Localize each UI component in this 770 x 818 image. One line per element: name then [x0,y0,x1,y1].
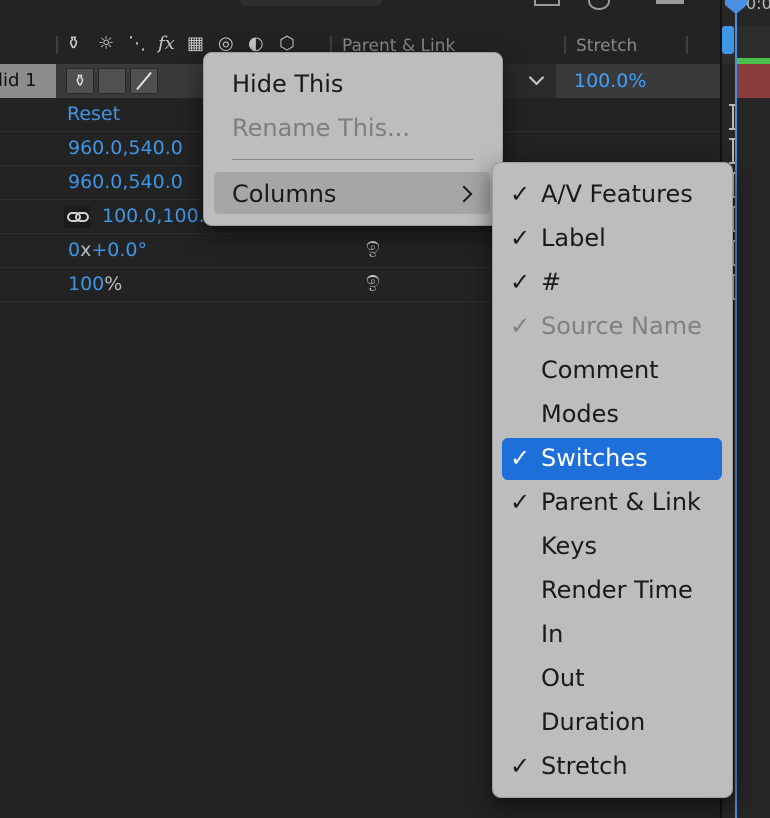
submenu-item-label: Source Name [541,312,702,340]
menu-item-columns-label: Columns [232,180,337,208]
submenu-item-source-name: ✓ Source Name [502,306,722,348]
submenu-item-label: Parent & Link [541,488,701,516]
shy-icon[interactable]: ⚱ [66,33,81,54]
refresh-icon[interactable] [588,0,610,10]
submenu-item-label: Modes [541,400,619,428]
checkmark-icon: ✓ [510,180,531,208]
opacity-value[interactable]: 100% [68,273,122,295]
top-toolbar [0,0,720,26]
submenu-item-label: Label [541,224,606,252]
panel-icon[interactable] [656,0,684,4]
expression-spiral-icon[interactable]: ඉ [366,234,380,259]
rotation-value[interactable]: 0x+0.0° [68,239,147,261]
work-area-start[interactable] [722,26,734,54]
parent-dropdown[interactable] [500,64,556,98]
submenu-item-comment[interactable]: ✓Comment [502,350,722,392]
expression-spiral-icon[interactable]: ඉ [366,268,380,293]
search-field[interactable] [240,0,382,6]
submenu-item-stretch[interactable]: ✓ Stretch [502,746,722,788]
checkmark-icon: ✓ [510,444,531,472]
submenu-item-a-v-features[interactable]: ✓ A/V Features [502,174,722,216]
column-stretch[interactable]: Stretch [576,36,637,56]
constrain-link-icon[interactable] [64,206,90,228]
column-divider [564,36,566,54]
submenu-item-label: A/V Features [541,180,693,208]
layer-name[interactable]: lid 1 [0,64,56,98]
layer-duration-bar[interactable] [736,64,770,98]
submenu-item-label: Stretch [541,752,628,780]
submenu-item-label: # [541,268,562,296]
submenu-item-switches[interactable]: ✓ Switches [502,438,722,480]
collapse-switch[interactable] [98,68,126,94]
playhead-line[interactable] [735,0,737,818]
submenu-item-label: Switches [541,444,648,472]
submenu-item-[interactable]: ✓ # [502,262,722,304]
adjustment-icon[interactable]: ◐ [248,33,264,54]
submenu-item-duration[interactable]: ✓Duration [502,702,722,744]
quality-icon[interactable]: ⋱ [128,33,146,54]
submenu-item-in[interactable]: ✓In [502,614,722,656]
scale-value[interactable]: 100.0,100.0 [102,205,217,227]
motion-blur-icon[interactable]: ◎ [218,33,234,54]
shy-switch-icon[interactable]: ⚱ [66,68,94,94]
submenu-item-modes[interactable]: ✓Modes [502,394,722,436]
submenu-item-label: Duration [541,708,646,736]
submenu-item-keys[interactable]: ✓Keys [502,526,722,568]
submenu-item-label: Keys [541,532,598,560]
checkmark-icon: ✓ [510,312,531,340]
submenu-item-render-time[interactable]: ✓Render Time [502,570,722,612]
submenu-item-label: Out [541,664,585,692]
submenu-item-label: In [541,620,564,648]
menu-item-rename-this: Rename This... [232,114,410,142]
timecode-label: 0:0 [746,0,770,13]
sun-icon[interactable]: ☼ [98,33,114,54]
submenu-item-out[interactable]: ✓Out [502,658,722,700]
position-value[interactable]: 960.0,540.0 [68,171,183,193]
stretch-value[interactable]: 100.0% [574,70,646,92]
column-divider [56,36,58,54]
quality-switch-icon[interactable] [130,68,158,94]
checkmark-icon: ✓ [510,224,531,252]
submenu-item-parent-link[interactable]: ✓ Parent & Link [502,482,722,524]
submenu-item-label[interactable]: ✓ Label [502,218,722,260]
tray-icon[interactable] [534,0,560,6]
checkmark-icon: ✓ [510,752,531,780]
menu-item-hide-this[interactable]: Hide This [232,70,343,98]
fx-icon[interactable]: fx [158,33,175,54]
checkmark-icon: ✓ [510,268,531,296]
3d-cube-icon[interactable]: ⬡ [279,33,295,54]
film-icon[interactable]: ▦ [187,33,204,54]
column-divider [686,36,688,54]
checkmark-icon: ✓ [510,488,531,516]
effects-reset-link[interactable]: Reset [67,103,120,125]
submenu-item-label: Render Time [541,576,693,604]
menu-separator [232,159,473,160]
submenu-item-label: Comment [541,356,659,384]
anchor-point-value[interactable]: 960.0,540.0 [68,137,183,159]
